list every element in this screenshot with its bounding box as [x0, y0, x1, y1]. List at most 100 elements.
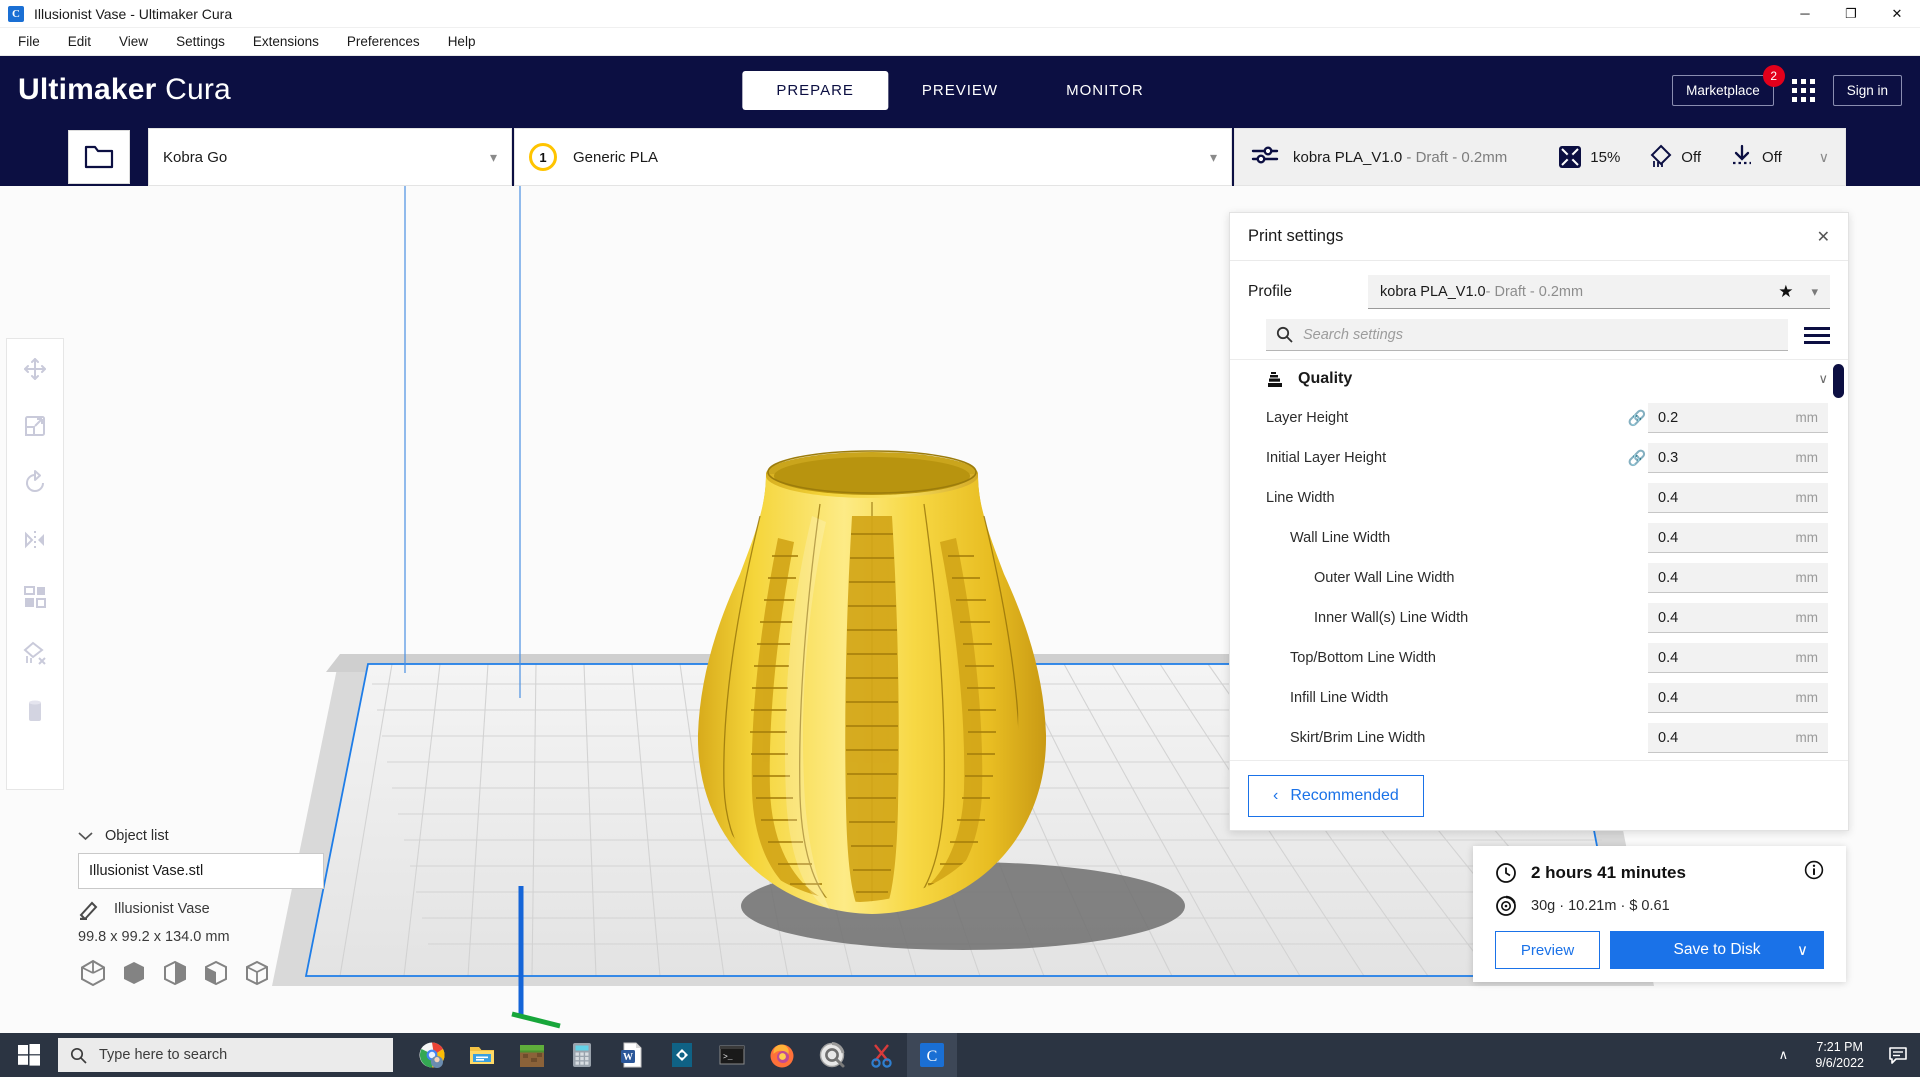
cube-xray-icon[interactable] [160, 958, 190, 988]
print-setup-selector[interactable]: kobra PLA_V1.0 - Draft - 0.2mm 15% Off O… [1234, 128, 1846, 186]
menu-view[interactable]: View [105, 30, 162, 53]
setting-value-field[interactable]: 0.4 mm [1648, 563, 1828, 593]
save-to-disk-button[interactable]: Save to Disk ∨ [1610, 931, 1824, 969]
menu-preferences[interactable]: Preferences [333, 30, 434, 53]
material-name: Generic PLA [573, 148, 659, 166]
setting-row[interactable]: Line Width 0.4 mm [1230, 478, 1848, 518]
setting-row[interactable]: Layer Height 🔗 0.2 mm [1230, 398, 1848, 438]
per-model-settings-tool[interactable] [15, 577, 55, 617]
marketplace-button[interactable]: Marketplace [1672, 74, 1774, 106]
rotate-tool[interactable] [15, 463, 55, 503]
taskbar-clock[interactable]: 7:21 PM 9/6/2022 [1803, 1039, 1876, 1071]
settings-list[interactable]: Quality ∨ Layer Height 🔗 0.2 mm Initial … [1230, 359, 1848, 760]
setting-value-field[interactable]: 0.4 mm [1648, 483, 1828, 513]
rotate-icon [26, 470, 44, 492]
settings-scrollbar[interactable] [1833, 364, 1844, 398]
close-button[interactable]: ✕ [1874, 0, 1920, 28]
setting-row[interactable]: Infill Line Width 0.4 mm [1230, 678, 1848, 718]
setting-row[interactable]: Top/Bottom Line Width 0.4 mm [1230, 638, 1848, 678]
info-icon[interactable] [1804, 860, 1824, 885]
setting-row[interactable]: Outer Wall Line Width 0.4 mm [1230, 558, 1848, 598]
taskbar-app-tuneup[interactable] [807, 1033, 857, 1077]
cube-filled-icon[interactable] [119, 958, 149, 988]
search-input[interactable] [1303, 326, 1778, 343]
link-icon[interactable]: 🔗 [1626, 449, 1648, 467]
taskbar-app-terminal[interactable]: >_ [707, 1033, 757, 1077]
taskbar-app-photos[interactable] [657, 1033, 707, 1077]
taskbar-search-box[interactable]: Type here to search [58, 1038, 393, 1072]
setting-value-field[interactable]: 0.4 mm [1648, 683, 1828, 713]
clock-icon [1496, 862, 1516, 883]
printer-select[interactable]: Kobra Go ▾ [148, 128, 512, 186]
mirror-tool[interactable] [15, 520, 55, 560]
support-chip: Off [1648, 144, 1701, 170]
setting-value: 0.4 [1658, 609, 1679, 626]
taskbar-app-minecraft[interactable] [507, 1033, 557, 1077]
open-file-button[interactable] [68, 130, 130, 184]
setting-value-field[interactable]: 0.4 mm [1648, 723, 1828, 753]
setting-value-field[interactable]: 0.4 mm [1648, 643, 1828, 673]
menu-settings[interactable]: Settings [162, 30, 239, 53]
setting-value-field[interactable]: 0.4 mm [1648, 603, 1828, 633]
setting-value: 0.4 [1658, 689, 1679, 706]
taskbar-app-chrome[interactable] [407, 1033, 457, 1077]
sign-in-button[interactable]: Sign in [1832, 74, 1902, 106]
setting-row[interactable]: Inner Wall(s) Line Width 0.4 mm [1230, 598, 1848, 638]
mirror-icon [25, 531, 44, 549]
expand-chevron-icon: ∨ [1818, 148, 1829, 165]
menu-edit[interactable]: Edit [54, 30, 105, 53]
menu-help[interactable]: Help [434, 30, 490, 53]
search-icon [1276, 326, 1293, 343]
search-settings-box[interactable] [1266, 319, 1788, 351]
setting-row[interactable]: Wall Line Width 0.4 mm [1230, 518, 1848, 558]
close-icon[interactable]: ✕ [1817, 227, 1830, 247]
setting-value-field[interactable]: 0.3 mm [1648, 443, 1828, 473]
category-quality[interactable]: Quality ∨ [1230, 360, 1848, 398]
setting-value-field[interactable]: 0.4 mm [1648, 523, 1828, 553]
setting-row[interactable]: Skirt/Brim Line Width 0.4 mm [1230, 718, 1848, 758]
profile-value: kobra PLA_V1.0 [1380, 283, 1486, 300]
menu-file[interactable]: File [4, 30, 54, 53]
scale-tool[interactable] [15, 406, 55, 446]
material-select[interactable]: 1 Generic PLA ▾ [514, 128, 1232, 186]
taskbar-app-firefox[interactable] [757, 1033, 807, 1077]
taskbar-app-word[interactable]: W [607, 1033, 657, 1077]
delete-tool[interactable] [15, 691, 55, 731]
maximize-button[interactable]: ❐ [1828, 0, 1874, 28]
profile-dropdown[interactable]: kobra PLA_V1.0 - Draft - 0.2mm ★ ▾ [1368, 275, 1830, 309]
star-icon[interactable]: ★ [1778, 282, 1793, 302]
setting-value-field[interactable]: 0.2 mm [1648, 403, 1828, 433]
tray-expand-icon[interactable]: ∧ [1763, 1047, 1803, 1063]
setting-row[interactable]: Initial Layer Height 🔗 0.3 mm [1230, 438, 1848, 478]
taskbar-app-snip-sketch[interactable] [857, 1033, 907, 1077]
recommended-mode-button[interactable]: ‹ Recommended [1248, 774, 1424, 817]
cube-outline-icon[interactable] [242, 958, 272, 988]
support-blocker-tool[interactable] [15, 634, 55, 674]
solid-view-icon[interactable] [78, 958, 108, 988]
tab-monitor[interactable]: MONITOR [1032, 71, 1178, 110]
tab-prepare[interactable]: PREPARE [742, 70, 888, 110]
settings-visibility-icon[interactable] [1804, 326, 1830, 344]
search-row [1230, 319, 1848, 359]
menu-extensions[interactable]: Extensions [239, 30, 333, 53]
windows-start-icon[interactable] [0, 1033, 58, 1077]
taskbar-app-calculator[interactable] [557, 1033, 607, 1077]
model-name-row: Illusionist Vase [78, 898, 378, 920]
printer-name: Kobra Go [163, 148, 228, 166]
preview-button[interactable]: Preview [1495, 931, 1600, 969]
view-mode-icons [78, 958, 378, 988]
print-settings-title: Print settings [1248, 227, 1344, 245]
notification-icon[interactable] [1876, 1046, 1920, 1064]
taskbar-app-cura[interactable]: C [907, 1033, 957, 1077]
minimize-button[interactable]: ─ [1782, 0, 1828, 28]
object-list-header[interactable]: Object list [78, 828, 378, 844]
app-grid-icon[interactable] [1791, 78, 1815, 102]
taskbar-app-file-explorer[interactable] [457, 1033, 507, 1077]
link-icon[interactable]: 🔗 [1626, 409, 1648, 427]
cube-half-icon[interactable] [201, 958, 231, 988]
move-tool[interactable] [15, 349, 55, 389]
support-blocker-icon [23, 641, 46, 665]
object-file-item[interactable]: Illusionist Vase.stl [78, 853, 324, 889]
setting-unit: mm [1795, 690, 1819, 705]
tab-preview[interactable]: PREVIEW [888, 71, 1032, 110]
